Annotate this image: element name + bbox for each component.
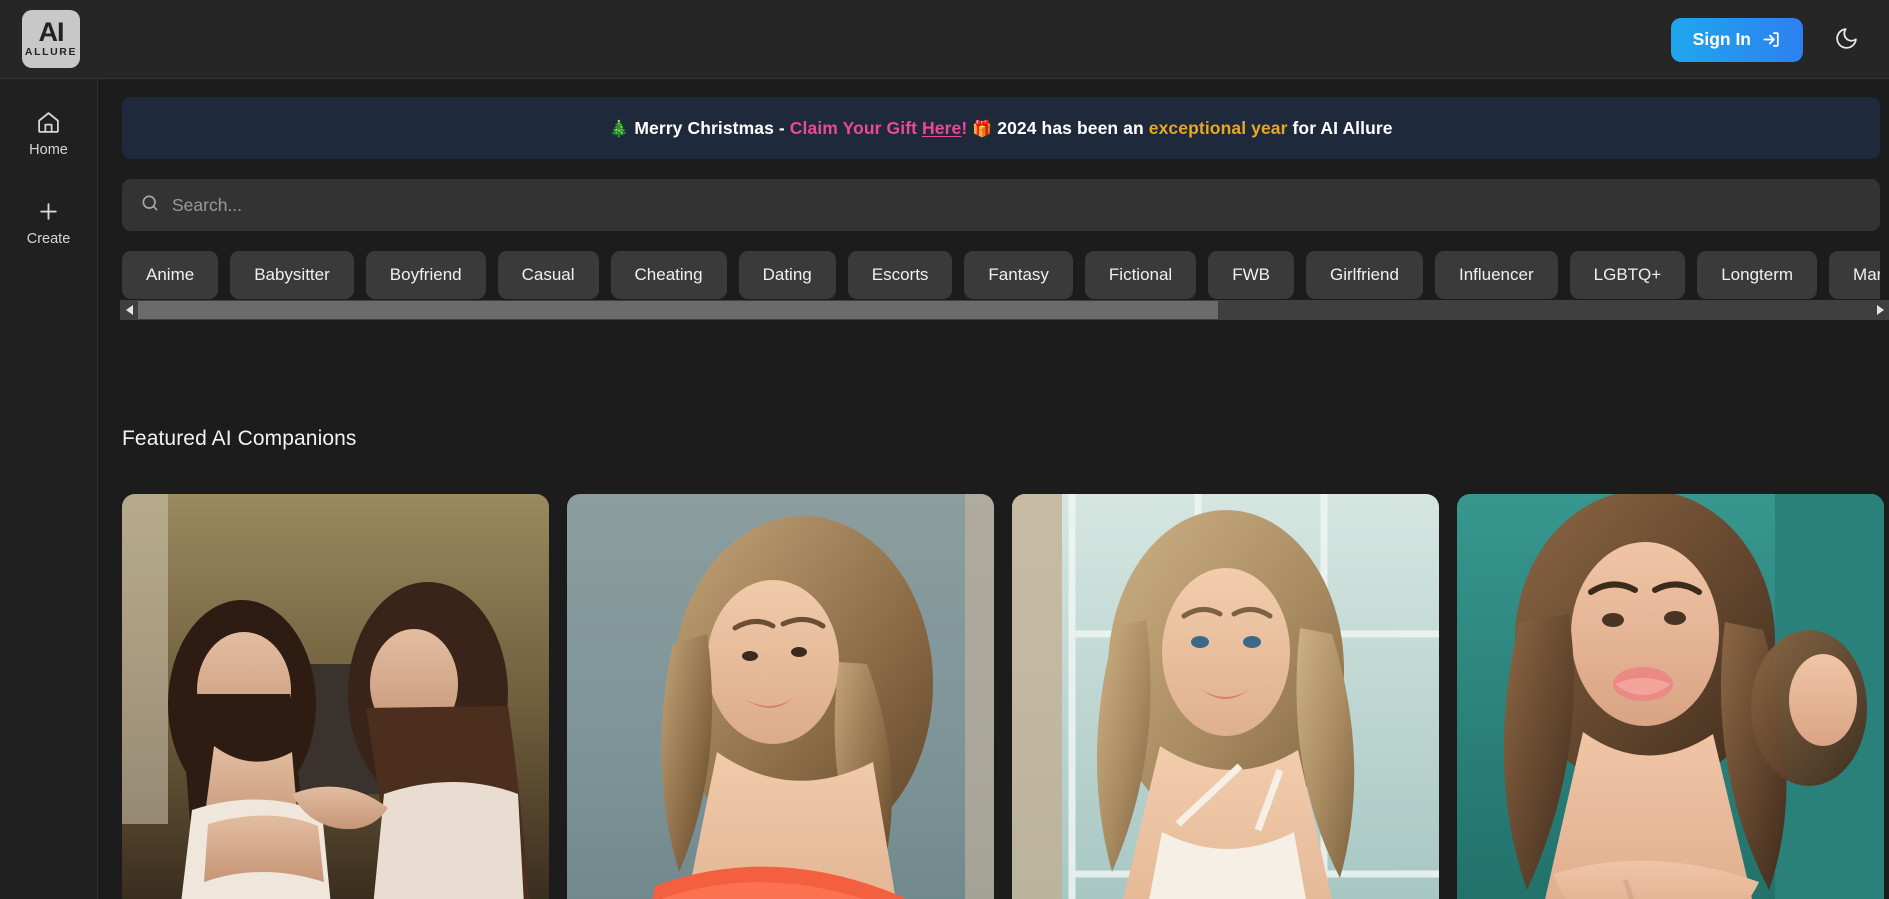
scrollbar-thumb[interactable] (138, 301, 1218, 319)
featured-card-rail[interactable] (122, 494, 1889, 899)
companion-card-2[interactable] (567, 494, 994, 899)
companion-card-3[interactable] (1012, 494, 1439, 899)
promo-highlight: exceptional year (1148, 117, 1288, 138)
search-icon (140, 193, 160, 218)
christmas-tree-icon: 🎄 (609, 120, 630, 138)
sidebar-item-create[interactable]: Create (7, 190, 91, 255)
top-header: AI ALLURE Sign In (0, 0, 1889, 79)
logo-mark: AI (38, 17, 65, 48)
category-chip-fwb[interactable]: FWB (1208, 251, 1294, 299)
category-chip-row[interactable]: Anime Babysitter Boyfriend Casual Cheating Da… (122, 249, 1880, 301)
companion-card-4[interactable] (1457, 494, 1884, 899)
promo-greeting: Merry Christmas - (634, 117, 790, 138)
companion-card-1[interactable] (122, 494, 549, 899)
sidebar-item-create-label: Create (26, 230, 71, 247)
category-chip-dating[interactable]: Dating (738, 251, 836, 299)
sidebar-item-home[interactable]: Home (7, 101, 91, 166)
main-content: 🎄 Merry Christmas - Claim Your Gift Here… (98, 79, 1889, 899)
chevron-right-icon[interactable] (1871, 300, 1889, 320)
category-chip-girlfriend[interactable]: Girlfriend (1306, 251, 1423, 299)
plus-icon (35, 198, 62, 225)
scrollbar-track[interactable] (138, 300, 1871, 320)
category-chip-influencer[interactable]: Influencer (1434, 251, 1558, 299)
home-icon (35, 109, 62, 136)
category-chip-fictional[interactable]: Fictional (1084, 251, 1197, 299)
search-bar[interactable] (122, 179, 1880, 231)
category-chip-escorts[interactable]: Escorts (847, 251, 953, 299)
category-chip-fantasy[interactable]: Fantasy (964, 251, 1073, 299)
chevron-left-icon[interactable] (120, 300, 138, 320)
category-chip-married[interactable]: Married (1829, 251, 1880, 299)
app-logo[interactable]: AI ALLURE (22, 10, 80, 68)
login-arrow-icon (1762, 30, 1781, 49)
theme-toggle-button[interactable] (1829, 23, 1863, 57)
promo-year-tail: for AI Allure (1287, 117, 1393, 138)
category-chip-cheating[interactable]: Cheating (610, 251, 727, 299)
horizontal-scrollbar[interactable] (120, 300, 1889, 320)
category-chip-anime[interactable]: Anime (122, 251, 219, 299)
promo-year-lead: 2024 has been an (997, 117, 1149, 138)
companion-photo-3 (1012, 494, 1439, 899)
promo-bang: ! (961, 117, 968, 138)
companion-photo-1 (122, 494, 549, 899)
promo-banner-text: 🎄 Merry Christmas - Claim Your Gift Here… (609, 118, 1392, 139)
page-title: Featured AI Companions (122, 427, 357, 450)
promo-cta-link[interactable]: Here (922, 118, 961, 138)
sign-in-button[interactable]: Sign In (1670, 17, 1803, 62)
companion-photo-4 (1457, 494, 1884, 899)
header-actions: Sign In (1670, 0, 1863, 79)
search-input[interactable] (172, 179, 1862, 231)
companion-photo-2 (567, 494, 994, 899)
promo-cta[interactable]: Claim Your Gift Here (790, 118, 962, 138)
gift-icon: 🎁 (972, 120, 993, 138)
category-chip-boyfriend[interactable]: Boyfriend (365, 251, 486, 299)
category-chip-lgbtq[interactable]: LGBTQ+ (1569, 251, 1686, 299)
logo-wordmark: ALLURE (24, 46, 78, 59)
promo-banner[interactable]: 🎄 Merry Christmas - Claim Your Gift Here… (122, 97, 1880, 159)
moon-icon (1834, 26, 1859, 54)
category-chip-longterm[interactable]: Longterm (1697, 251, 1818, 299)
category-chip-babysitter[interactable]: Babysitter (230, 251, 354, 299)
sign-in-label: Sign In (1692, 29, 1751, 49)
category-chip-casual[interactable]: Casual (497, 251, 599, 299)
promo-cta-text: Claim Your Gift (789, 117, 923, 138)
left-sidebar: Home Create (0, 79, 98, 899)
sidebar-item-home-label: Home (29, 142, 68, 158)
